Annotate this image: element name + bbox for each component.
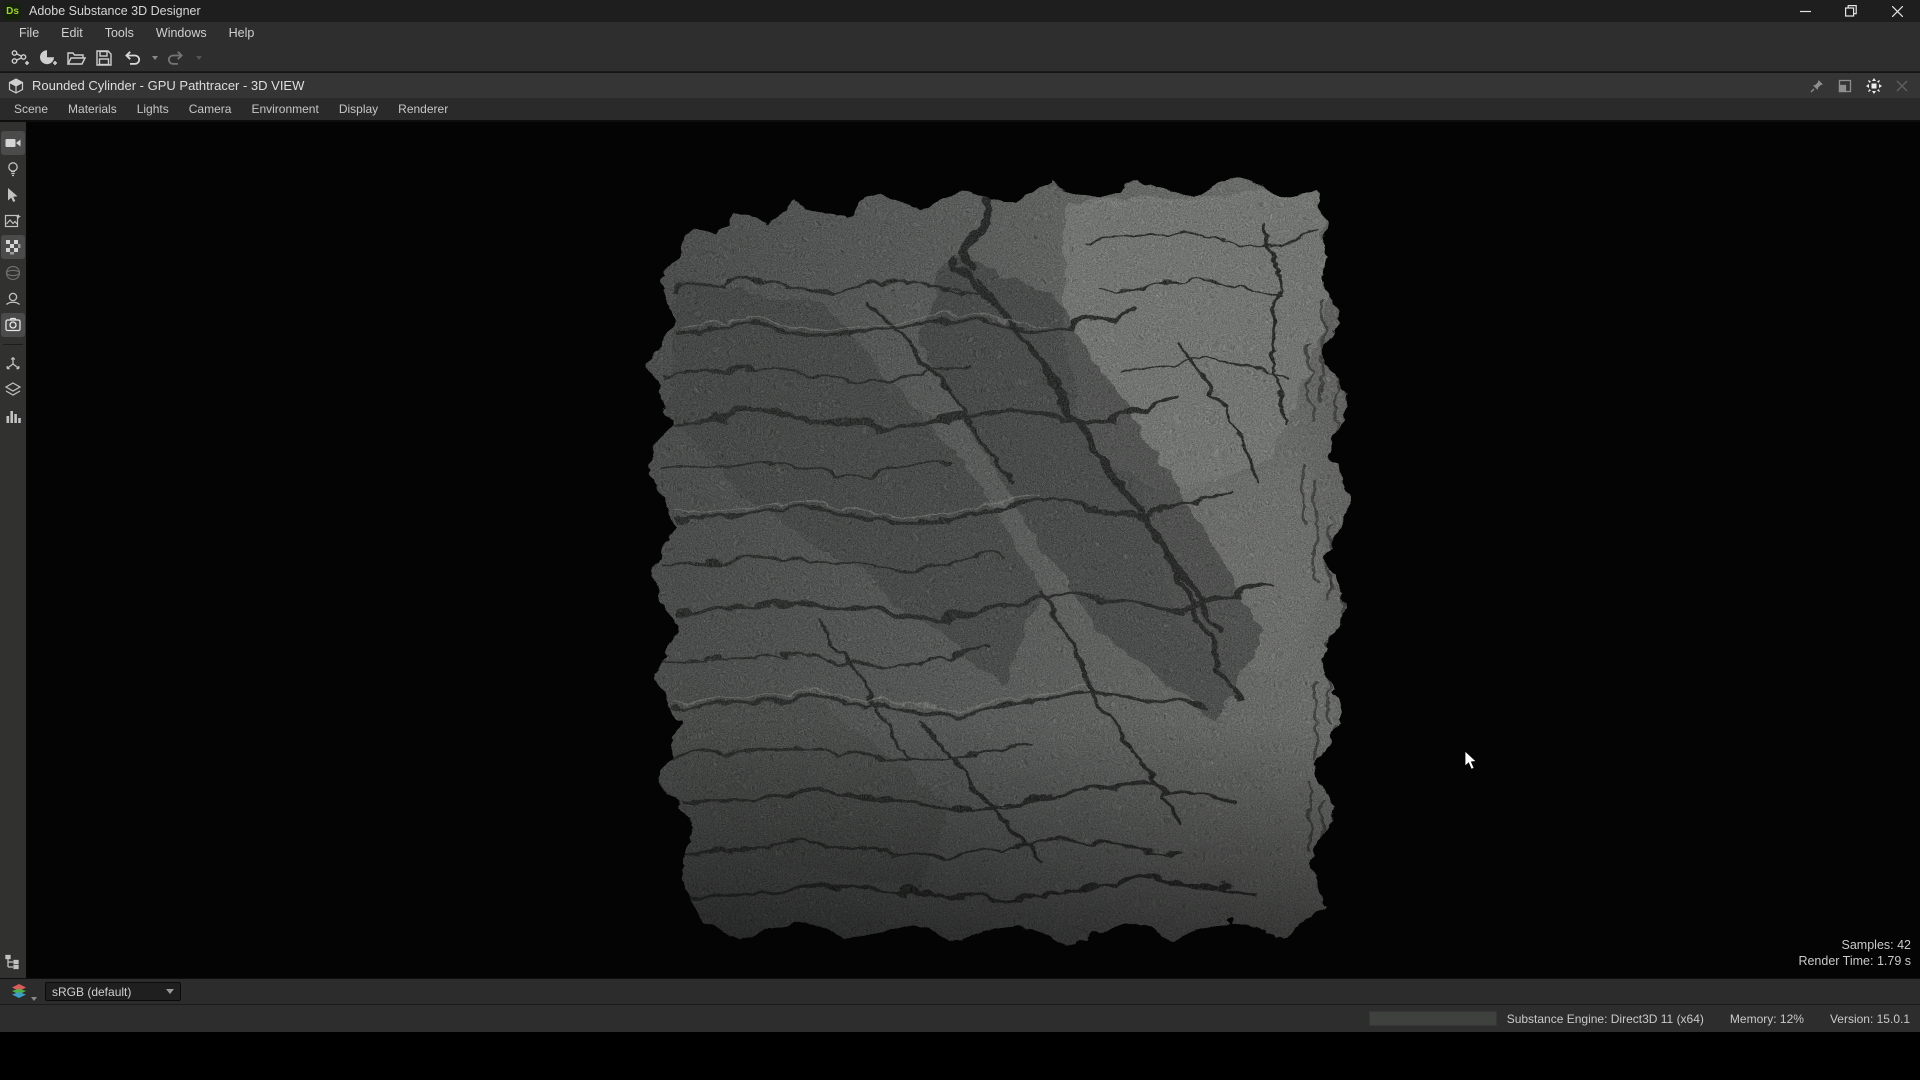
environment-image-button[interactable] <box>1 209 25 233</box>
color-layers-icon <box>10 983 30 1001</box>
wireframe-layers-icon <box>4 381 22 399</box>
wireframe-layers-button[interactable] <box>1 378 25 402</box>
menu-materials[interactable]: Materials <box>58 99 127 119</box>
render-camera-icon <box>4 316 22 334</box>
main-toolbar <box>0 44 1920 72</box>
orbit-camera-icon <box>4 290 22 308</box>
light-button[interactable] <box>1 157 25 181</box>
menu-windows[interactable]: Windows <box>145 23 218 43</box>
menu-camera[interactable]: Camera <box>179 99 242 119</box>
menu-help[interactable]: Help <box>218 23 266 43</box>
viewport-tool-rail <box>0 122 28 978</box>
app-window: Ds Adobe Substance 3D Designer File Edit… <box>0 0 1920 1080</box>
undo-icon <box>122 48 142 68</box>
new-substance-graph-icon <box>10 48 30 68</box>
window-title: Adobe Substance 3D Designer <box>29 4 201 18</box>
3d-viewport[interactable]: Samples: 42 Render Time: 1.79 s <box>28 122 1920 978</box>
close-button[interactable] <box>1874 0 1920 22</box>
app-logo-icon: Ds <box>4 3 21 20</box>
render-time-readout: Render Time: 1.79 s <box>1798 953 1911 969</box>
mesh-sphere-icon <box>4 264 22 282</box>
panel-title: Rounded Cylinder - GPU Pathtracer - 3D V… <box>32 78 304 93</box>
menu-lights[interactable]: Lights <box>127 99 179 119</box>
save-icon <box>94 48 114 68</box>
redo-history-button[interactable] <box>190 46 206 70</box>
chevron-down-icon <box>166 989 174 994</box>
status-bar: Substance Engine: Direct3D 11 (x64) Memo… <box>0 1004 1920 1032</box>
main-menu-bar: File Edit Tools Windows Help <box>0 22 1920 44</box>
material-checker-icon <box>4 238 22 256</box>
scene-tree-icon <box>4 953 22 971</box>
pin-icon[interactable] <box>1810 79 1824 93</box>
environment-image-icon <box>4 212 22 230</box>
undo-history-button[interactable] <box>146 46 162 70</box>
histogram-icon <box>4 407 22 425</box>
color-profile-dropdown[interactable]: sRGB (default) <box>45 982 181 1001</box>
redo-icon <box>166 48 186 68</box>
open-folder-icon <box>66 48 86 68</box>
menu-display[interactable]: Display <box>329 99 388 119</box>
chevron-down-icon <box>196 56 202 60</box>
open-file-button[interactable] <box>62 46 90 70</box>
version-status: Version: 15.0.1 <box>1830 1012 1910 1026</box>
window-controls <box>1782 0 1920 22</box>
panel-header-icons <box>1810 78 1912 94</box>
menu-file[interactable]: File <box>8 23 50 43</box>
cube-icon <box>8 78 24 94</box>
engine-status: Substance Engine: Direct3D 11 (x64) <box>1507 1012 1704 1026</box>
memory-status: Memory: 12% <box>1730 1012 1804 1026</box>
rendered-rock-mesh <box>616 158 1351 948</box>
render-region-button[interactable] <box>1 313 25 337</box>
mesh-sphere-button[interactable] <box>1 261 25 285</box>
menu-scene[interactable]: Scene <box>4 99 58 119</box>
new-package-button[interactable] <box>34 46 62 70</box>
progress-bar <box>1369 1011 1497 1026</box>
color-profile-value: sRGB (default) <box>52 985 166 999</box>
undo-button[interactable] <box>118 46 146 70</box>
select-pointer-button[interactable] <box>1 183 25 207</box>
menu-edit[interactable]: Edit <box>50 23 94 43</box>
menu-environment[interactable]: Environment <box>241 99 328 119</box>
3d-view-menu-bar: Scene Materials Lights Camera Environmen… <box>0 98 1920 122</box>
scene-tree-button[interactable] <box>1 950 25 974</box>
minimize-button[interactable] <box>1782 0 1828 22</box>
dock-window-icon[interactable] <box>1838 79 1852 93</box>
color-profile-bar: sRGB (default) <box>0 978 1920 1004</box>
save-button[interactable] <box>90 46 118 70</box>
chevron-down-icon <box>152 56 158 60</box>
select-pointer-icon <box>4 186 22 204</box>
close-panel-icon[interactable] <box>1896 80 1908 92</box>
chevron-down-icon <box>31 997 37 1001</box>
menu-renderer[interactable]: Renderer <box>388 99 458 119</box>
orbit-camera-button[interactable] <box>1 287 25 311</box>
new-substance-graph-button[interactable] <box>6 46 34 70</box>
histogram-button[interactable] <box>1 404 25 428</box>
redo-button[interactable] <box>162 46 190 70</box>
bottom-black-strip <box>0 1032 1920 1080</box>
transform-axes-button[interactable] <box>1 352 25 376</box>
rail-separator <box>3 344 23 345</box>
menu-tools[interactable]: Tools <box>94 23 145 43</box>
samples-readout: Samples: 42 <box>1798 937 1911 953</box>
render-stats: Samples: 42 Render Time: 1.79 s <box>1798 937 1911 969</box>
3d-view-panel-header: Rounded Cylinder - GPU Pathtracer - 3D V… <box>0 72 1920 98</box>
light-bulb-icon <box>4 160 22 178</box>
mouse-cursor <box>1464 750 1478 771</box>
material-checker-button[interactable] <box>1 235 25 259</box>
workspace: Samples: 42 Render Time: 1.79 s <box>0 122 1920 978</box>
display-camera-button[interactable] <box>1 131 25 155</box>
transform-axes-icon <box>4 355 22 373</box>
focus-view-icon[interactable] <box>1866 78 1882 94</box>
display-camera-icon <box>4 134 22 152</box>
color-layers-button[interactable] <box>10 983 37 1001</box>
title-bar: Ds Adobe Substance 3D Designer <box>0 0 1920 22</box>
new-package-icon <box>38 48 58 68</box>
restore-button[interactable] <box>1828 0 1874 22</box>
